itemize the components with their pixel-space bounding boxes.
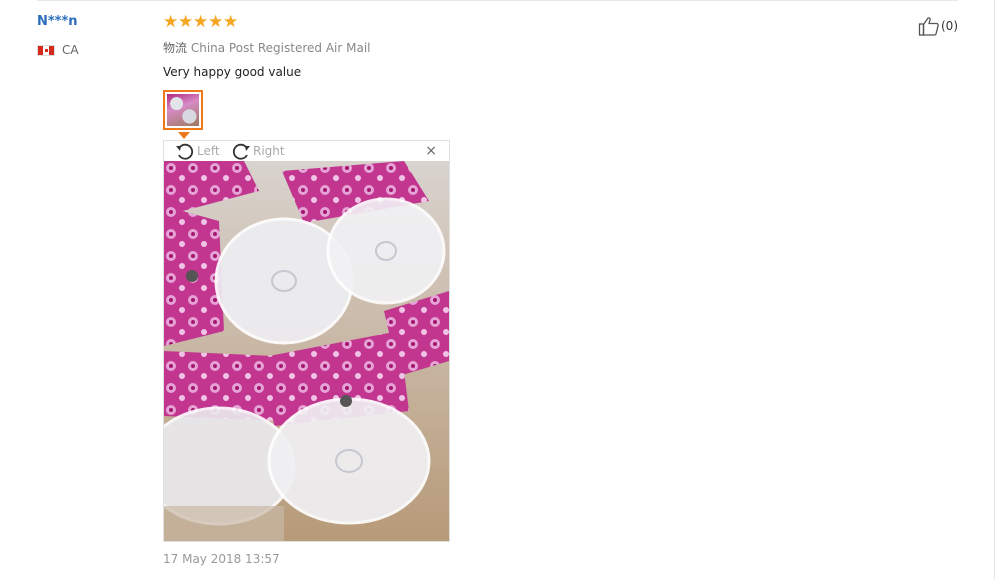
thumbs-up-icon [918,17,939,36]
logistics-info: 物流 China Post Registered Air Mail [163,39,370,56]
logistics-value: China Post Registered Air Mail [190,41,371,55]
review-text: Very happy good value [163,65,302,79]
canada-flag-icon [37,44,55,56]
rotate-right-button[interactable]: Right [230,141,285,161]
country-code: CA [62,43,79,57]
review-photo-thumbnail[interactable] [163,90,203,130]
rotate-left-label: Left [197,144,220,158]
review-date: 17 May 2018 13:57 [163,552,280,566]
thumbnail-image [167,94,199,126]
review-photo [164,161,449,541]
rotate-left-button[interactable]: Left [174,141,220,161]
close-viewer-button[interactable]: × [425,144,437,158]
star-icon: ★ [223,12,239,32]
star-rating: ★ ★ ★ ★ ★ [163,14,238,31]
like-count: (0) [941,19,958,33]
helpful-like-button[interactable]: (0) [918,15,958,37]
star-icon: ★ [193,12,209,32]
rotate-left-icon [176,143,194,160]
reviewer-name[interactable]: N***n [37,14,78,29]
viewer-toolbar: Left Right × [164,141,449,161]
review-photo-image [164,161,449,541]
star-icon: ★ [178,12,194,32]
logistics-label: 物流 [163,41,188,55]
star-icon: ★ [208,12,224,32]
photo-viewer: Left Right × [163,140,450,542]
thumbnail-pointer [178,132,190,139]
rotate-right-label: Right [253,144,285,158]
star-icon: ★ [163,12,179,32]
rotate-right-icon [232,143,250,160]
right-divider [994,0,995,579]
reviewer-country: CA [37,43,79,57]
top-divider [37,0,958,1]
